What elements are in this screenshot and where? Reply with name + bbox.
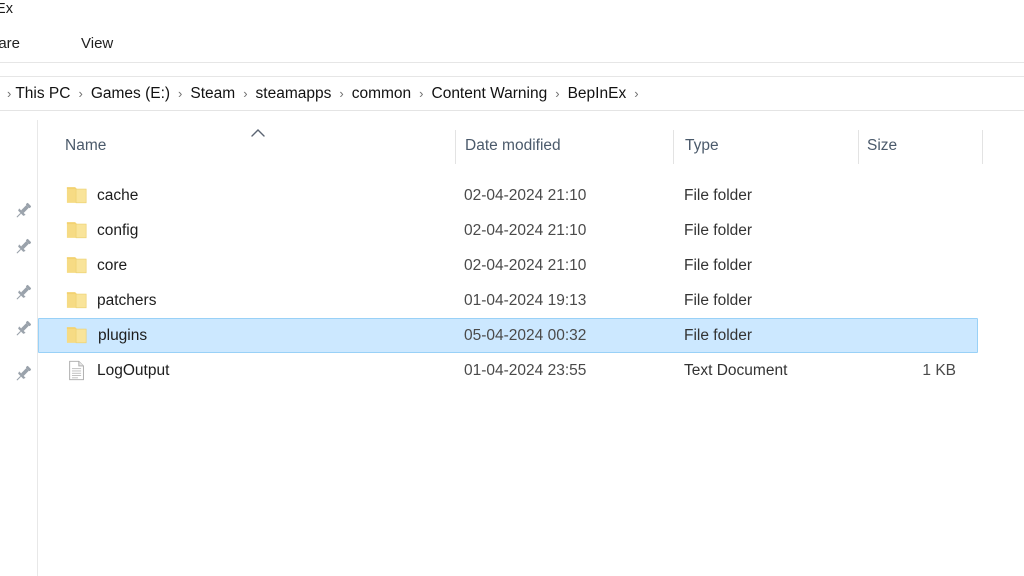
breadcrumb-separator-icon: › — [412, 87, 430, 100]
file-date-modified: 01-04-2024 23:55 — [464, 353, 586, 388]
breadcrumb-bepinex[interactable]: BepInEx — [567, 84, 628, 104]
column-header-date-modified[interactable]: Date modified — [465, 137, 561, 155]
file-name: LogOutput — [97, 353, 169, 388]
breadcrumb-steam[interactable]: Steam — [189, 84, 236, 104]
breadcrumb-separator-icon: › — [548, 87, 566, 100]
breadcrumb-content-warning[interactable]: Content Warning — [431, 84, 549, 104]
file-type: File folder — [684, 248, 752, 283]
column-header-type[interactable]: Type — [685, 137, 719, 155]
file-list: cache 02-04-2024 21:10 File folder confi… — [38, 178, 1024, 388]
breadcrumb-separator-icon: › — [171, 87, 189, 100]
window-title: Ex — [0, 1, 13, 17]
ribbon-divider-top — [0, 62, 1024, 63]
file-name: patchers — [97, 283, 156, 318]
column-divider[interactable] — [455, 130, 456, 164]
file-date-modified: 02-04-2024 21:10 — [464, 213, 586, 248]
file-date-modified: 01-04-2024 19:13 — [464, 283, 586, 318]
file-date-modified: 02-04-2024 21:10 — [464, 178, 586, 213]
file-date-modified: 05-04-2024 00:32 — [464, 319, 586, 352]
file-name: cache — [97, 178, 138, 213]
tab-view[interactable]: View — [79, 35, 115, 52]
pushpin-icon[interactable] — [12, 363, 34, 385]
table-row[interactable]: core 02-04-2024 21:10 File folder — [38, 248, 1024, 283]
column-header-name[interactable]: Name — [65, 137, 106, 155]
pushpin-icon[interactable] — [12, 282, 34, 304]
file-type: File folder — [684, 319, 752, 352]
breadcrumb-separator-icon: › — [627, 87, 645, 100]
file-type: File folder — [684, 178, 752, 213]
address-bar-divider — [0, 110, 1024, 111]
folder-icon — [66, 220, 88, 241]
breadcrumb-common[interactable]: common — [351, 84, 412, 104]
file-name: config — [97, 213, 138, 248]
breadcrumb-steamapps[interactable]: steamapps — [255, 84, 333, 104]
folder-icon — [66, 325, 88, 346]
title-bar: Ex — [0, 0, 1024, 28]
file-name: plugins — [98, 319, 147, 352]
table-row[interactable]: LogOutput 01-04-2024 23:55 Text Document… — [38, 353, 1024, 388]
folder-icon — [66, 185, 88, 206]
table-row[interactable]: cache 02-04-2024 21:10 File folder — [38, 178, 1024, 213]
column-divider[interactable] — [673, 130, 674, 164]
file-explorer-window: Ex hare View › This PC › Games (E:) › St… — [0, 0, 1024, 576]
breadcrumb-this-pc[interactable]: This PC — [14, 84, 71, 104]
sort-ascending-chevron-up-icon — [250, 125, 266, 135]
breadcrumb-separator-icon: › — [332, 87, 350, 100]
column-header-bar: Name Date modified Type Size — [38, 128, 1024, 166]
file-size: 1 KB — [856, 353, 956, 388]
file-type: File folder — [684, 213, 752, 248]
file-type: File folder — [684, 283, 752, 318]
column-header-size[interactable]: Size — [867, 137, 897, 155]
column-divider[interactable] — [982, 130, 983, 164]
table-row[interactable]: config 02-04-2024 21:10 File folder — [38, 213, 1024, 248]
breadcrumb-separator-icon: › — [236, 87, 254, 100]
tab-share[interactable]: hare — [0, 35, 22, 52]
table-row[interactable]: patchers 01-04-2024 19:13 File folder — [38, 283, 1024, 318]
ribbon-tab-bar: hare View — [0, 28, 1024, 62]
pushpin-icon[interactable] — [12, 200, 34, 222]
address-bar[interactable]: › This PC › Games (E:) › Steam › steamap… — [0, 77, 1024, 110]
breadcrumb-separator-icon: › — [71, 87, 89, 100]
file-date-modified: 02-04-2024 21:10 — [464, 248, 586, 283]
column-divider[interactable] — [858, 130, 859, 164]
file-name: core — [97, 248, 127, 283]
pushpin-icon[interactable] — [12, 236, 34, 258]
file-type: Text Document — [684, 353, 787, 388]
folder-icon — [66, 255, 88, 276]
table-row-selected[interactable]: plugins 05-04-2024 00:32 File folder — [38, 318, 978, 353]
folder-icon — [66, 290, 88, 311]
text-document-icon — [66, 360, 88, 381]
pushpin-icon[interactable] — [12, 318, 34, 340]
breadcrumb-games-e[interactable]: Games (E:) — [90, 84, 171, 104]
